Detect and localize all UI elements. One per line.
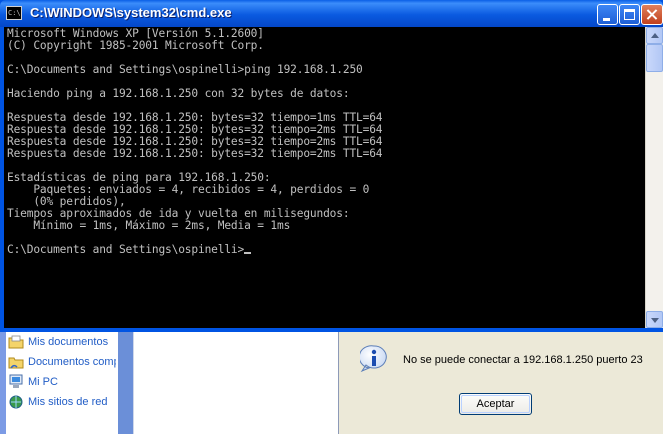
scroll-down-button[interactable]	[646, 311, 663, 328]
scroll-up-button[interactable]	[646, 27, 663, 44]
cmd-window: C:\ C:\WINDOWS\system32\cmd.exe Microsof…	[0, 0, 663, 332]
window-titlebar[interactable]: C:\ C:\WINDOWS\system32\cmd.exe	[0, 0, 663, 27]
place-item-label: Mi PC	[28, 376, 58, 388]
close-button[interactable]	[641, 4, 663, 25]
vertical-scrollbar[interactable]	[645, 27, 663, 328]
place-item-label: Documentos compartidos	[28, 356, 116, 368]
shared-documents-icon	[8, 357, 24, 369]
my-documents-icon	[8, 335, 24, 349]
console-lines: Microsoft Windows XP [Versión 5.1.2600] …	[7, 27, 383, 232]
minimize-button[interactable]	[597, 4, 618, 25]
dialog-message: No se puede conectar a 192.168.1.250 pue…	[403, 354, 643, 366]
place-item-my-computer[interactable]: Mi PC	[8, 372, 116, 392]
console-app-icon[interactable]: C:\	[6, 6, 22, 20]
connection-error-dialog: No se puede conectar a 192.168.1.250 pue…	[338, 331, 663, 434]
my-computer-icon	[9, 374, 23, 388]
network-places-icon	[9, 395, 23, 409]
explorer-side-strip	[118, 331, 133, 434]
place-item-label: Mis sitios de red	[28, 396, 108, 408]
place-item-shared-documents[interactable]: Documentos compartidos	[8, 352, 116, 372]
place-item-label: Mis documentos	[28, 336, 109, 348]
window-title: C:\WINDOWS\system32\cmd.exe	[30, 5, 232, 20]
maximize-button[interactable]	[619, 4, 640, 25]
scroll-thumb[interactable]	[646, 44, 663, 72]
console-output[interactable]: Microsoft Windows XP [Versión 5.1.2600] …	[4, 27, 645, 328]
place-item-my-documents[interactable]: Mis documentos	[8, 332, 116, 352]
info-icon	[360, 345, 387, 373]
console-prompt: C:\Documents and Settings\ospinelli>	[7, 243, 245, 256]
explorer-content-area	[133, 331, 339, 434]
console-text: Microsoft Windows XP [Versión 5.1.2600] …	[4, 27, 645, 256]
accept-button[interactable]: Aceptar	[459, 393, 532, 415]
place-item-network-places[interactable]: Mis sitios de red	[8, 392, 116, 412]
text-cursor	[244, 252, 252, 254]
